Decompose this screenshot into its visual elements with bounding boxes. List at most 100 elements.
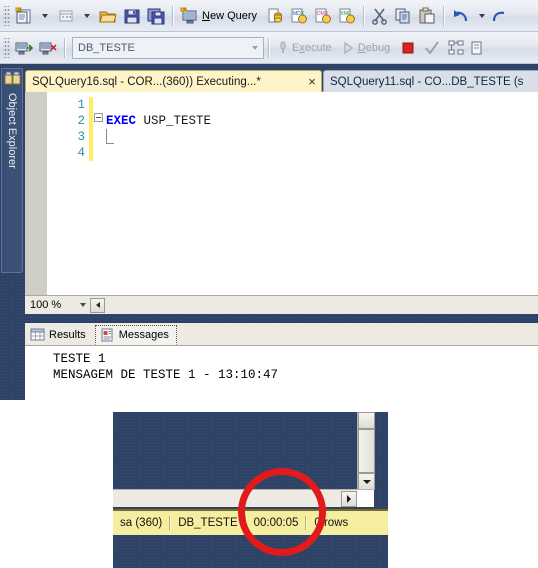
line-number: 2 [77, 114, 85, 128]
object-explorer-title-wrap: Object Explorer [2, 91, 22, 271]
xmla-query-button[interactable]: XML [335, 4, 359, 28]
connect-button[interactable] [12, 36, 36, 60]
stop-icon [402, 42, 414, 53]
line-number: 3 [77, 130, 85, 144]
collapse-region-icon[interactable] [94, 113, 103, 122]
grid-icon [30, 328, 45, 341]
sql-identifier: USP_TESTE [136, 114, 212, 128]
status-database: DB_TESTE [178, 517, 238, 529]
checkmark-icon [425, 40, 439, 54]
toolbar-separator [268, 37, 270, 58]
new-query-button[interactable]: New Query [178, 4, 263, 28]
status-bar: sa (360) DB_TESTE 00:00:05 0 rows [113, 509, 388, 535]
status-row-count: 0 rows [314, 517, 349, 529]
debug-button[interactable]: Debug [338, 36, 396, 60]
new-table-dropdown[interactable] [78, 4, 96, 28]
editor-line-numbers: 1 2 3 4 [47, 92, 89, 295]
close-icon[interactable]: × [303, 74, 321, 89]
tab-sqlquery16-label: SQLQuery16.sql - COR...(360)) Executing.… [32, 75, 261, 88]
editor-hscroll-left-button[interactable] [90, 297, 105, 313]
code-line-2: EXEC USP_TESTE [106, 113, 538, 129]
tab-sqlquery16[interactable]: SQLQuery16.sql - COR...(360)) Executing.… [25, 70, 322, 92]
editor-zoom-bar: 100 % [25, 295, 538, 314]
paste-button[interactable] [415, 4, 439, 28]
disconnect-button[interactable] [36, 36, 60, 60]
execution-plan-icon: + [448, 39, 464, 54]
redo-icon [493, 11, 505, 21]
copy-button[interactable] [391, 4, 415, 28]
cancel-executing-query-button[interactable] [396, 36, 420, 60]
editor-lines[interactable]: EXEC USP_TESTE [106, 92, 538, 295]
tab-sqlquery11-label: SQLQuery11.sql - CO...DB_TESTE (s [330, 75, 524, 88]
toolbar-grip[interactable] [3, 37, 10, 58]
new-project-dropdown[interactable] [36, 4, 54, 28]
parse-button[interactable] [420, 36, 444, 60]
open-folder-icon [99, 11, 117, 22]
vertical-scroll-thumb[interactable] [358, 429, 375, 473]
main-toolbar: New Query MDX DMX XML [0, 0, 538, 32]
database-combo[interactable]: DB_TESTE [72, 36, 264, 59]
new-query-label: New Query [202, 9, 258, 22]
mdx-query-button[interactable]: MDX [287, 4, 311, 28]
db-engine-query-icon [268, 8, 283, 22]
line-number: 1 [77, 98, 85, 112]
object-explorer-icon [4, 71, 21, 85]
open-file-button[interactable] [96, 4, 120, 28]
save-button[interactable] [120, 4, 144, 28]
editor-hscroll-track[interactable] [105, 296, 538, 314]
include-actual-plan-button[interactable] [468, 36, 486, 60]
new-project-icon [15, 7, 31, 23]
connect-icon [15, 42, 34, 54]
sql-editor-toolbar: DB_TESTE Execute Debug + [0, 32, 538, 64]
zoom-combo[interactable]: 100 % [28, 297, 90, 314]
results-tabstrip: Results Messages [25, 323, 538, 345]
scroll-up-button[interactable] [358, 412, 375, 429]
execute-icon [280, 41, 286, 53]
scissors-icon [372, 8, 387, 25]
new-table-button[interactable] [54, 4, 78, 28]
mdx-query-icon: MDX [291, 8, 308, 23]
undo-dropdown[interactable] [473, 4, 491, 28]
scroll-down-button[interactable] [358, 473, 375, 490]
results-vertical-scrollbar[interactable] [357, 412, 375, 490]
new-query-icon [180, 7, 197, 23]
redo-button[interactable] [491, 4, 507, 28]
toolbar-separator [172, 5, 174, 26]
new-project-button[interactable] [12, 4, 36, 28]
xmla-query-icon: XML [339, 8, 356, 23]
database-engine-query-button[interactable] [263, 4, 287, 28]
chevron-down-icon [479, 13, 486, 18]
execute-label: Execute [292, 41, 332, 54]
cut-button[interactable] [369, 4, 391, 28]
messages-output[interactable]: TESTE 1 MENSAGEM DE TESTE 1 - 13:10:47 [25, 345, 538, 400]
toolbar-separator [443, 5, 446, 26]
chevron-down-icon[interactable] [247, 45, 263, 50]
dmx-query-button[interactable]: DMX [311, 4, 335, 28]
tab-messages[interactable]: Messages [94, 325, 177, 345]
toolbar-separator [363, 5, 366, 26]
messages-icon [101, 328, 113, 342]
tab-results[interactable]: Results [25, 325, 94, 345]
chevron-down-icon[interactable] [80, 303, 90, 307]
editor-outlining-margin[interactable] [93, 92, 106, 295]
execute-button[interactable]: Execute [274, 36, 338, 60]
copy-icon [395, 8, 410, 23]
toolbar-grip[interactable] [3, 5, 10, 26]
sql-editor[interactable]: 1 2 3 4 EXEC USP_TESTE [25, 91, 538, 295]
chevron-down-icon [84, 13, 90, 18]
tab-sqlquery11[interactable]: SQLQuery11.sql - CO...DB_TESTE (s [323, 70, 538, 92]
save-all-button[interactable] [144, 4, 168, 28]
scroll-right-button[interactable] [341, 491, 357, 507]
display-estimated-plan-button[interactable]: + [444, 36, 468, 60]
object-explorer-tab[interactable]: Object Explorer [1, 68, 23, 273]
editor-code-area[interactable]: 1 2 3 4 EXEC USP_TESTE [47, 92, 538, 295]
undo-icon [454, 9, 468, 21]
results-horizontal-scrollbar[interactable] [113, 489, 374, 507]
play-triangle-icon [344, 41, 353, 54]
new-table-icon [59, 10, 73, 21]
actual-plan-icon [471, 41, 482, 54]
undo-button[interactable] [449, 4, 473, 28]
